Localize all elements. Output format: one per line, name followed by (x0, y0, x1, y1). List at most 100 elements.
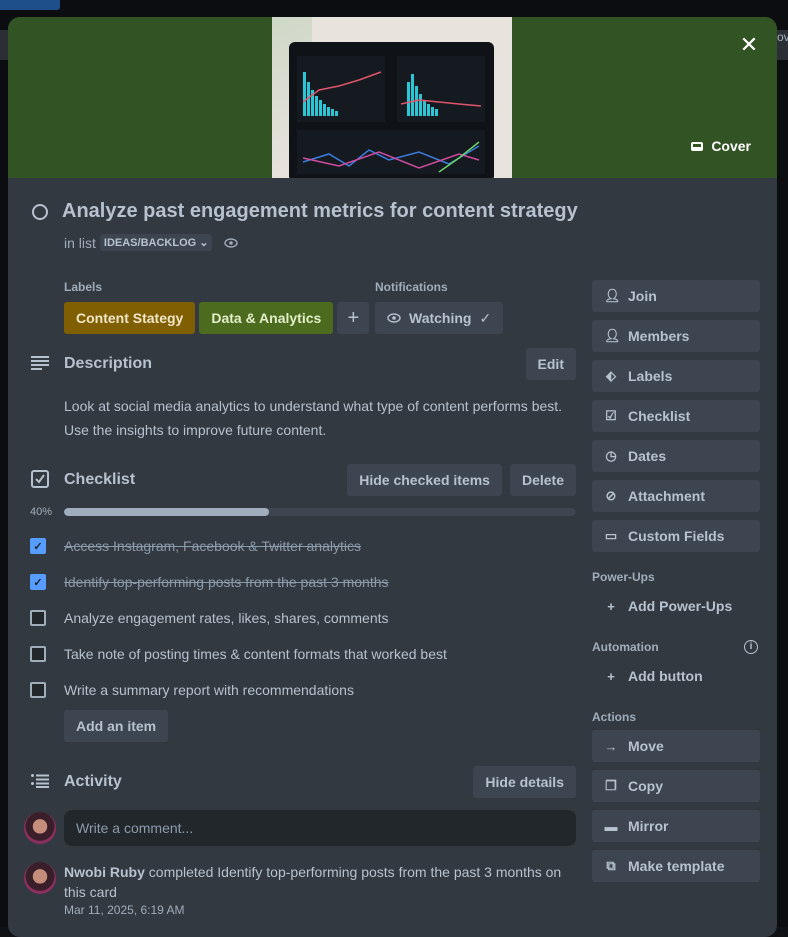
add-powerups-button[interactable]: +Add Power-Ups (592, 590, 760, 622)
labels-heading: Labels (64, 280, 369, 294)
checkbox-icon: ☑ (604, 408, 618, 424)
checklist-item-text[interactable]: Identify top-performing posts from the p… (64, 574, 389, 590)
checklist-heading: Checklist (64, 471, 347, 489)
progress-percent: 40% (30, 506, 64, 518)
watching-eye-icon (224, 235, 238, 251)
checkbox-checked[interactable]: ✓ (30, 574, 46, 590)
actions-heading: Actions (592, 710, 760, 724)
board-list-right: ov (777, 30, 788, 60)
custom-fields-button[interactable]: ▭Custom Fields (592, 520, 760, 552)
description-heading: Description (64, 355, 526, 373)
checklist-item[interactable]: Write a summary report with recommendati… (30, 672, 576, 708)
labels-section: Labels Content Stategy Data & Analytics … (64, 280, 369, 334)
progress-bar (64, 508, 576, 516)
add-automation-button[interactable]: +Add button (592, 660, 760, 692)
checklist-item-text[interactable]: Analyze engagement rates, likes, shares,… (64, 610, 389, 626)
checklist-progress: 40% (30, 506, 576, 518)
activity-icon (30, 772, 50, 792)
checklist-icon (30, 470, 50, 490)
hide-details-button[interactable]: Hide details (473, 766, 576, 798)
checklist-button[interactable]: ☑Checklist (592, 400, 760, 432)
activity-user[interactable]: Nwobi Ruby (64, 864, 145, 880)
description-text[interactable]: Look at social media analytics to unders… (64, 394, 576, 442)
label-content-strategy[interactable]: Content Stategy (64, 302, 195, 334)
checklist-item-text[interactable]: Write a summary report with recommendati… (64, 682, 354, 698)
mirror-icon: ▬ (604, 819, 618, 834)
cover-icon (691, 142, 703, 151)
sidebar: 👤︎Join 👤︎Members ⬖Labels ☑Checklist ◷Dat… (592, 280, 760, 890)
checklist-item-text[interactable]: Access Instagram, Facebook & Twitter ana… (64, 538, 361, 554)
person-icon: 👤︎ (604, 328, 618, 344)
edit-description-button[interactable]: Edit (526, 348, 576, 380)
copy-icon: ❐ (604, 778, 618, 794)
clock-icon: ◷ (604, 448, 618, 464)
dates-button[interactable]: ◷Dates (592, 440, 760, 472)
copy-button[interactable]: ❐Copy (592, 770, 760, 802)
checklist-item[interactable]: ✓ Access Instagram, Facebook & Twitter a… (30, 528, 576, 564)
attachment-button[interactable]: ⊘Attachment (592, 480, 760, 512)
checkbox-unchecked[interactable] (30, 610, 46, 626)
board-header-button[interactable] (0, 0, 60, 10)
list-selector[interactable]: IDEAS/BACKLOG ⌄ (100, 234, 213, 251)
automation-heading: Automationi (592, 640, 760, 654)
checklist-item[interactable]: Analyze engagement rates, likes, shares,… (30, 600, 576, 636)
comment-input[interactable]: Write a comment... (64, 810, 576, 846)
activity-timestamp[interactable]: Mar 11, 2025, 6:19 AM (64, 903, 576, 917)
cover-laptop-image (289, 42, 494, 178)
make-template-button[interactable]: ⧉Make template (592, 850, 760, 882)
members-button[interactable]: 👤︎Members (592, 320, 760, 352)
info-icon[interactable]: i (744, 640, 758, 654)
comment-row: Write a comment... (24, 810, 576, 846)
eye-icon (387, 313, 401, 323)
mirror-button[interactable]: ▬Mirror (592, 810, 760, 842)
person-icon: 👤︎ (604, 288, 618, 304)
close-icon[interactable]: ✕ (737, 33, 761, 57)
activity-heading: Activity (64, 773, 473, 791)
cover-button[interactable]: Cover (681, 130, 761, 162)
description-header: Description Edit (30, 348, 576, 380)
card-cover: ✕ Cover (8, 17, 777, 178)
arrow-right-icon: → (604, 739, 618, 754)
board-list-left (0, 30, 8, 60)
watching-button[interactable]: Watching ✓ (375, 302, 503, 334)
fields-icon: ▭ (604, 528, 618, 544)
description-icon (30, 354, 50, 374)
checklist-items: ✓ Access Instagram, Facebook & Twitter a… (30, 528, 576, 708)
cover-dashboard-graphic (289, 42, 494, 178)
card-title-row: Analyze past engagement metrics for cont… (32, 200, 578, 223)
checkbox-unchecked[interactable] (30, 682, 46, 698)
template-icon: ⧉ (604, 858, 618, 874)
join-button[interactable]: 👤︎Join (592, 280, 760, 312)
hide-checked-items-button[interactable]: Hide checked items (347, 464, 502, 496)
checklist-item-text[interactable]: Take note of posting times & content for… (64, 646, 447, 662)
complete-toggle-icon[interactable] (32, 204, 48, 220)
checklist-item[interactable]: Take note of posting times & content for… (30, 636, 576, 672)
card-list-info: in list IDEAS/BACKLOG ⌄ (64, 234, 238, 251)
activity-entry: Nwobi Ruby completed Identify top-perfor… (24, 862, 576, 917)
notifications-heading: Notifications (375, 280, 503, 294)
card-detail-modal: ✕ Cover Analyze past engagement metrics … (8, 17, 777, 937)
activity-header: Activity Hide details (30, 766, 576, 798)
label-data-analytics[interactable]: Data & Analytics (199, 302, 333, 334)
plus-icon: + (604, 599, 618, 614)
card-title[interactable]: Analyze past engagement metrics for cont… (62, 200, 578, 223)
progress-fill (64, 508, 269, 516)
plus-icon: + (604, 669, 618, 684)
avatar[interactable] (24, 862, 56, 894)
check-icon: ✓ (479, 310, 491, 327)
cover-image (272, 17, 512, 178)
paperclip-icon: ⊘ (604, 488, 618, 504)
checklist-item[interactable]: ✓ Identify top-performing posts from the… (30, 564, 576, 600)
checkbox-checked[interactable]: ✓ (30, 538, 46, 554)
add-checklist-item-button[interactable]: Add an item (64, 710, 168, 742)
add-label-button[interactable]: + (337, 302, 369, 334)
powerups-heading: Power-Ups (592, 570, 760, 584)
checkbox-unchecked[interactable] (30, 646, 46, 662)
labels-button[interactable]: ⬖Labels (592, 360, 760, 392)
delete-checklist-button[interactable]: Delete (510, 464, 576, 496)
notifications-section: Notifications Watching ✓ (375, 280, 503, 334)
avatar[interactable] (24, 812, 56, 844)
chevron-down-icon: ⌄ (199, 236, 208, 249)
move-button[interactable]: →Move (592, 730, 760, 762)
checklist-header: Checklist Hide checked items Delete (30, 464, 576, 496)
